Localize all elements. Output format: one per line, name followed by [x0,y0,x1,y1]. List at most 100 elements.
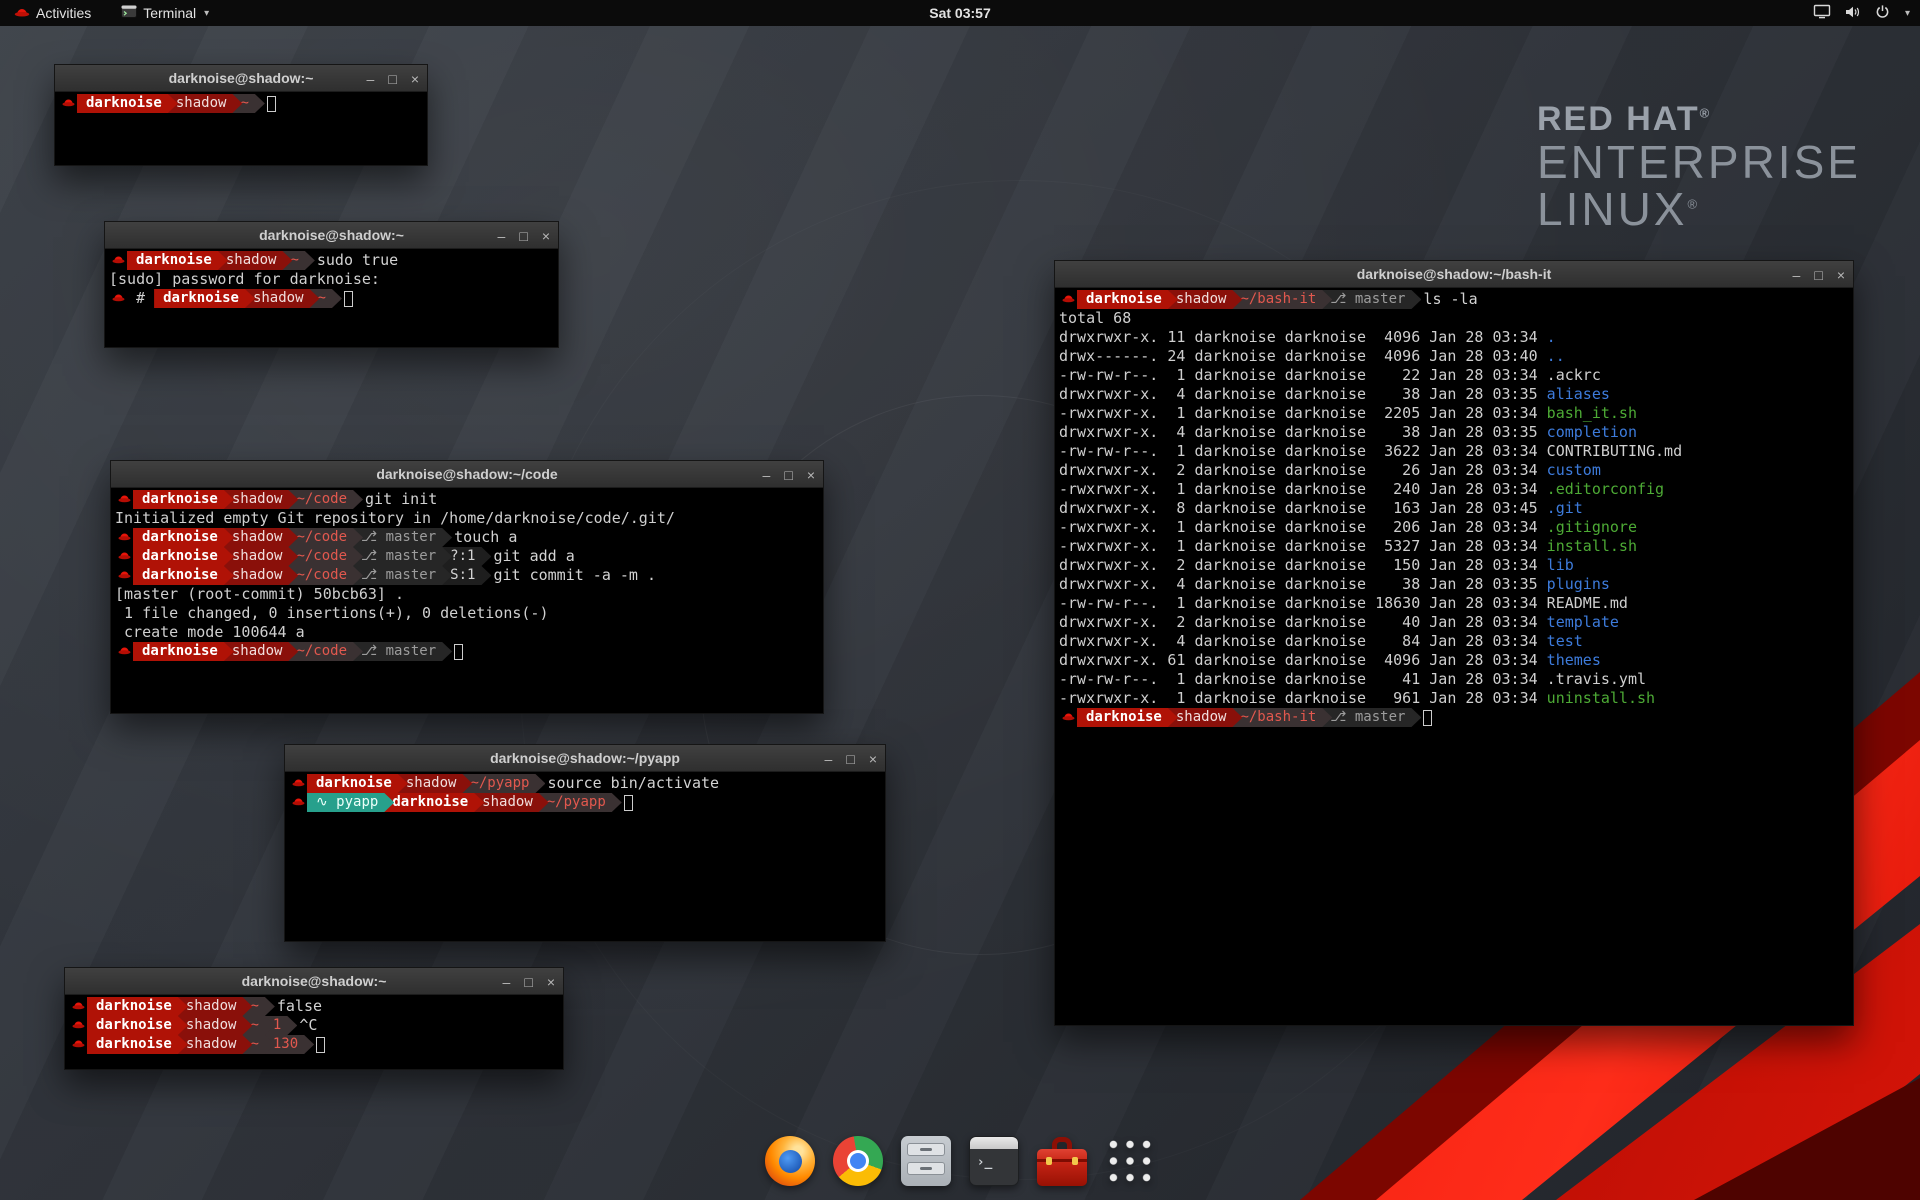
terminal-window-bash-it[interactable]: darknoise@shadow:~/bash-it – □ × darknoi… [1054,260,1854,1026]
display-settings-icon[interactable] [1813,4,1831,22]
prompt-segment-user: darknoise [133,642,234,661]
terminal-window-code[interactable]: darknoise@shadow:~/code – □ × darknoises… [110,460,824,714]
window-titlebar[interactable]: darknoise@shadow:~ – □ × [105,222,558,249]
maximize-button[interactable]: □ [846,752,854,766]
app-grid-icon[interactable] [1105,1136,1155,1186]
command-text: touch a [454,528,517,546]
close-button[interactable]: × [1837,268,1845,282]
terminal-line: darknoiseshadow~/codegit init [115,490,819,509]
volume-icon[interactable] [1844,5,1862,22]
prompt-segment-user: darknoise [383,793,484,812]
output-text: # [127,289,154,307]
terminal-line: -rwxrwxr-x. 1 darknoise darknoise 961 Ja… [1059,689,1849,708]
executable-name: uninstall.sh [1547,689,1655,707]
clock[interactable]: Sat 03:57 [929,5,990,21]
terminal-line: -rwxrwxr-x. 1 darknoise darknoise 206 Ja… [1059,518,1849,537]
terminal-content[interactable]: darknoiseshadow~/codegit initInitialized… [111,488,823,663]
directory-name: lib [1547,556,1574,574]
redhat-prompt-icon [69,1035,87,1054]
branding-enterprise: ENTERPRISE [1537,139,1861,186]
chrome-icon[interactable] [833,1136,883,1186]
maximize-button[interactable]: □ [784,468,792,482]
prompt-segment-virtualenv: ∿ pyapp [307,793,394,812]
directory-name: template [1547,613,1619,631]
minimize-button[interactable]: – [1793,268,1801,282]
window-titlebar[interactable]: darknoise@shadow:~ – □ × [55,65,427,92]
minimize-button[interactable]: – [763,468,771,482]
prompt-segment-user: darknoise [1077,290,1178,309]
terminal-window-sudo[interactable]: darknoise@shadow:~ – □ × darknoiseshadow… [104,221,559,348]
prompt-segment-git-branch: ⎇ master [352,528,452,547]
activities-label: Activities [36,5,91,21]
terminal-icon-titlebar [970,1137,1018,1149]
terminal-content[interactable]: darknoiseshadow~ [55,92,427,115]
output-text: drwxrwxr-x. 2 darknoise darknoise 26 Jan… [1059,461,1547,479]
firefox-icon[interactable] [765,1136,815,1186]
output-text: drwxrwxr-x. 11 darknoise darknoise 4096 … [1059,328,1547,346]
redhat-prompt-icon [289,793,307,812]
terminal-line: darknoiseshadow~/code⎇ masterS:1git comm… [115,566,819,585]
window-titlebar[interactable]: darknoise@shadow:~/code – □ × [111,461,823,488]
terminal-app-icon[interactable]: ›_ [969,1136,1019,1186]
activities-button[interactable]: Activities [10,0,95,26]
terminal-icon-prompt: ›_ [977,1155,993,1170]
prompt-segment-path: ~/code [287,642,363,661]
output-text: create mode 100644 a [115,623,305,641]
window-titlebar[interactable]: darknoise@shadow:~/pyapp – □ × [285,745,885,772]
maximize-button[interactable]: □ [519,229,527,243]
maximize-button[interactable]: □ [1814,268,1822,282]
terminal-line: -rwxrwxr-x. 1 darknoise darknoise 240 Ja… [1059,480,1849,499]
terminal-line: drwxrwxr-x. 8 darknoise darknoise 163 Ja… [1059,499,1849,518]
maximize-button[interactable]: □ [524,975,532,989]
prompt-segment-host: shadow [473,793,549,812]
terminal-content[interactable]: darknoiseshadow~sudo true[sudo] password… [105,249,558,310]
close-button[interactable]: × [542,229,550,243]
terminal-line: 1 file changed, 0 insertions(+), 0 delet… [115,604,819,623]
window-titlebar[interactable]: darknoise@shadow:~/bash-it – □ × [1055,261,1853,288]
terminal-content[interactable]: darknoiseshadow~falsedarknoiseshadow~1^C… [65,995,563,1056]
terminal-line: drwxrwxr-x. 2 darknoise darknoise 26 Jan… [1059,461,1849,480]
terminal-window-home-2[interactable]: darknoise@shadow:~ – □ × darknoiseshadow… [64,967,564,1070]
output-text: drwxrwxr-x. 61 darknoise darknoise 4096 … [1059,651,1547,669]
directory-name: .git [1547,499,1583,517]
terminal-content[interactable]: darknoiseshadow~/bash-it⎇ masterls -lato… [1055,288,1853,729]
prompt-segment-host: shadow [167,94,243,113]
terminal-line: drwxrwxr-x. 61 darknoise darknoise 4096 … [1059,651,1849,670]
redhat-prompt-icon [115,490,133,509]
minimize-button[interactable]: – [503,975,511,989]
terminal-content[interactable]: darknoiseshadow~/pyappsource bin/activat… [285,772,885,814]
power-icon[interactable] [1875,4,1890,22]
minimize-button[interactable]: – [498,229,506,243]
executable-name: .editorconfig [1547,480,1664,498]
output-text: drwxrwxr-x. 4 darknoise darknoise 38 Jan… [1059,423,1547,441]
close-button[interactable]: × [411,72,419,86]
terminal-line: drwxrwxr-x. 2 darknoise darknoise 150 Ja… [1059,556,1849,575]
prompt-segment-user: darknoise [133,490,234,509]
maximize-button[interactable]: □ [388,72,396,86]
redhat-prompt-icon [1059,290,1077,309]
minimize-button[interactable]: – [825,752,833,766]
app-menu-terminal[interactable]: Terminal ▾ [117,0,213,26]
close-button[interactable]: × [547,975,555,989]
output-text: drwxrwxr-x. 4 darknoise darknoise 38 Jan… [1059,575,1547,593]
executable-name: bash_it.sh [1547,404,1637,422]
terminal-cursor [1423,710,1432,726]
close-button[interactable]: × [869,752,877,766]
close-button[interactable]: × [807,468,815,482]
prompt-segment-host: shadow [1167,290,1243,309]
terminal-window-home-1[interactable]: darknoise@shadow:~ – □ × darknoiseshadow… [54,64,428,166]
terminal-line: darknoiseshadow~/code⎇ master?:1git add … [115,547,819,566]
command-text: git init [365,490,437,508]
chevron-down-icon[interactable]: ▾ [1905,8,1910,19]
minimize-button[interactable]: – [367,72,375,86]
toolbox-icon[interactable] [1037,1136,1087,1186]
files-icon[interactable] [901,1136,951,1186]
terminal-line: darknoiseshadow~ [59,94,423,113]
window-titlebar[interactable]: darknoise@shadow:~ – □ × [65,968,563,995]
redhat-prompt-icon [109,251,127,270]
terminal-line: Initialized empty Git repository in /hom… [115,509,819,528]
redhat-prompt-icon [289,774,307,793]
chevron-down-icon: ▾ [204,8,209,19]
terminal-window-pyapp[interactable]: darknoise@shadow:~/pyapp – □ × darknoise… [284,744,886,942]
terminal-icon [121,5,137,21]
